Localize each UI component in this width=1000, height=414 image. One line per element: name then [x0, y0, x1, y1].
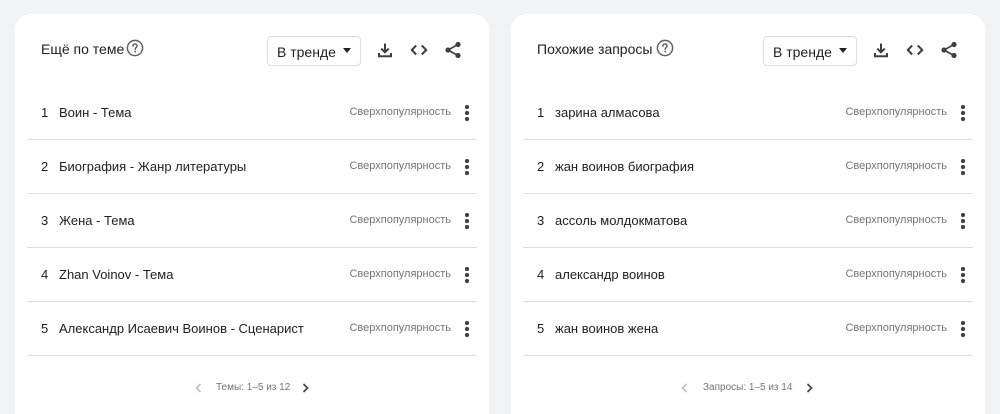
item-status: Сверхпопулярность [845, 160, 947, 172]
item-rank: 4 [537, 267, 545, 282]
more-vert-icon[interactable] [461, 265, 473, 285]
item-label: Александр Исаевич Воинов - Сценарист [59, 321, 304, 336]
item-rank: 2 [41, 159, 49, 174]
card-title: Похожие запросы [537, 41, 653, 57]
item-rank: 5 [41, 321, 49, 336]
pagination-label: Темы: 1–5 из 12 [216, 382, 291, 393]
item-rank: 4 [41, 267, 49, 282]
more-vert-icon[interactable] [957, 211, 969, 231]
item-status: Сверхпопулярность [845, 106, 947, 118]
item-status: Сверхпопулярность [845, 268, 947, 280]
pagination: Запросы: 1–5 из 14 [511, 378, 985, 398]
item-rank: 5 [537, 321, 545, 336]
more-vert-icon[interactable] [957, 103, 969, 123]
caret-down-icon [839, 48, 847, 53]
dropdown-selected-value: В тренде [277, 44, 336, 60]
more-vert-icon[interactable] [957, 319, 969, 339]
trend-filter-dropdown[interactable]: В тренде [763, 36, 857, 66]
item-status: Сверхпопулярность [349, 106, 451, 118]
item-status: Сверхпопулярность [845, 322, 947, 334]
more-vert-icon[interactable] [957, 157, 969, 177]
chevron-left-icon[interactable] [679, 381, 691, 393]
download-icon[interactable] [871, 40, 891, 60]
help-circle-icon[interactable] [656, 39, 674, 57]
list-item[interactable]: 1 зарина алмасова Сверхпопулярность [523, 86, 973, 140]
more-vert-icon[interactable] [461, 319, 473, 339]
pagination: Темы: 1–5 из 12 [15, 378, 489, 398]
item-rank: 1 [537, 105, 545, 120]
card-title: Ещё по теме [41, 41, 125, 57]
embed-code-icon[interactable] [905, 40, 925, 60]
more-vert-icon[interactable] [957, 265, 969, 285]
item-label: Жена - Тема [59, 213, 135, 228]
item-label: Zhan Voinov - Тема [59, 267, 174, 282]
dropdown-selected-value: В тренде [773, 44, 832, 60]
list-item[interactable]: 5 жан воинов жена Сверхпопулярность [523, 302, 973, 356]
list-item[interactable]: 2 жан воинов биография Сверхпопулярность [523, 140, 973, 194]
item-status: Сверхпопулярность [845, 214, 947, 226]
item-label: жан воинов жена [555, 321, 659, 336]
item-rank: 2 [537, 159, 545, 174]
item-status: Сверхпопулярность [349, 322, 451, 334]
item-rank: 3 [537, 213, 545, 228]
more-vert-icon[interactable] [461, 211, 473, 231]
related-topics-card: Ещё по теме В тренде 1 Воин - Тема Сверх… [15, 14, 489, 414]
list-item[interactable]: 5 Александр Исаевич Воинов - Сценарист С… [27, 302, 477, 356]
topics-list: 1 Воин - Тема Сверхпопулярность 2 Биогра… [27, 86, 477, 356]
chevron-right-icon[interactable] [803, 381, 815, 393]
share-icon[interactable] [443, 40, 463, 60]
item-status: Сверхпопулярность [349, 160, 451, 172]
trend-filter-dropdown[interactable]: В тренде [267, 36, 361, 66]
list-item[interactable]: 3 ассоль молдокматова Сверхпопулярность [523, 194, 973, 248]
pagination-label: Запросы: 1–5 из 14 [703, 382, 793, 393]
share-icon[interactable] [939, 40, 959, 60]
item-label: жан воинов биография [555, 159, 695, 174]
download-icon[interactable] [375, 40, 395, 60]
item-status: Сверхпопулярность [349, 268, 451, 280]
help-circle-icon[interactable] [126, 39, 144, 57]
list-item[interactable]: 1 Воин - Тема Сверхпопулярность [27, 86, 477, 140]
embed-code-icon[interactable] [409, 40, 429, 60]
chevron-right-icon[interactable] [299, 381, 311, 393]
item-label: ассоль молдокматова [555, 213, 688, 228]
chevron-left-icon[interactable] [193, 381, 205, 393]
card-header: Похожие запросы В тренде [511, 14, 985, 88]
more-vert-icon[interactable] [461, 157, 473, 177]
queries-list: 1 зарина алмасова Сверхпопулярность 2 жа… [523, 86, 973, 356]
item-rank: 3 [41, 213, 49, 228]
list-item[interactable]: 4 александр воинов Сверхпопулярность [523, 248, 973, 302]
item-label: зарина алмасова [555, 105, 660, 120]
item-status: Сверхпопулярность [349, 214, 451, 226]
item-label: Биография - Жанр литературы [59, 159, 247, 174]
card-header: Ещё по теме В тренде [15, 14, 489, 88]
list-item[interactable]: 4 Zhan Voinov - Тема Сверхпопулярность [27, 248, 477, 302]
item-label: александр воинов [555, 267, 665, 282]
list-item[interactable]: 3 Жена - Тема Сверхпопулярность [27, 194, 477, 248]
caret-down-icon [343, 48, 351, 53]
more-vert-icon[interactable] [461, 103, 473, 123]
item-rank: 1 [41, 105, 49, 120]
list-item[interactable]: 2 Биография - Жанр литературы Сверхпопул… [27, 140, 477, 194]
related-queries-card: Похожие запросы В тренде 1 зарина алмасо… [511, 14, 985, 414]
item-label: Воин - Тема [59, 105, 132, 120]
